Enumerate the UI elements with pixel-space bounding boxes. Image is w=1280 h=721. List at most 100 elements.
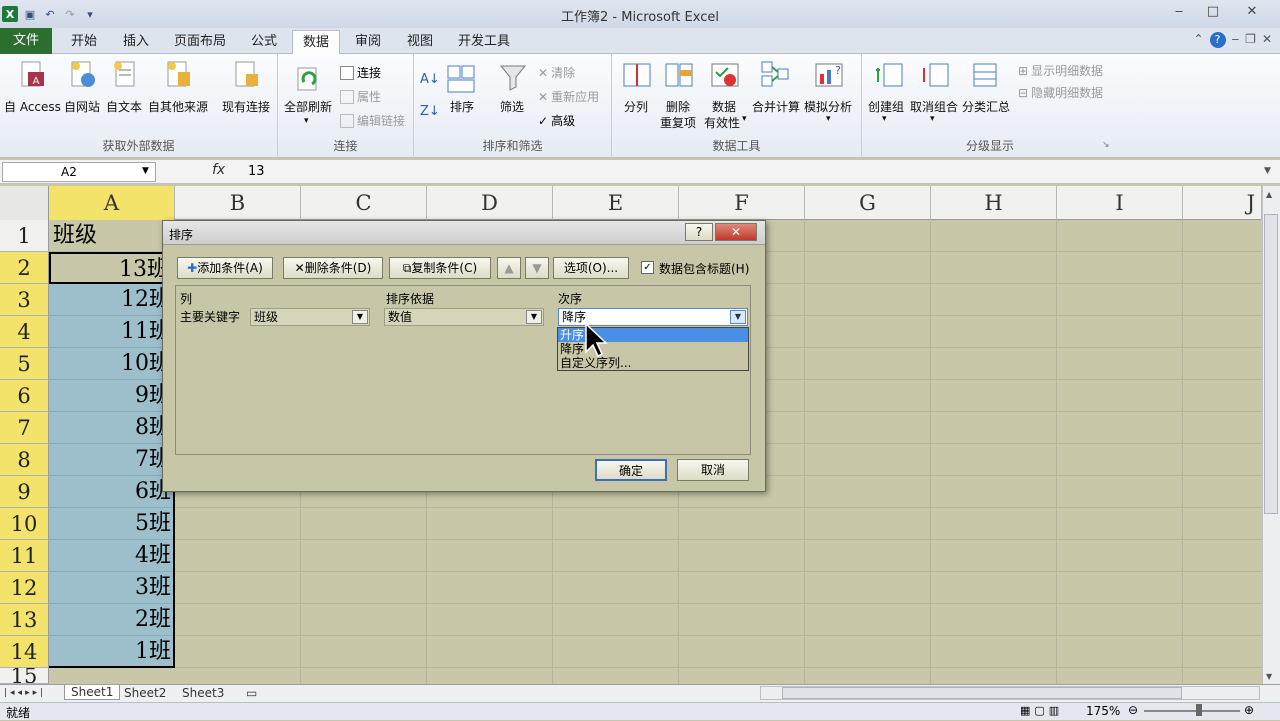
row-header[interactable]: 5 xyxy=(0,348,49,380)
row-header[interactable]: 4 xyxy=(0,316,49,348)
chevron-down-icon[interactable]: ▼ xyxy=(526,310,542,324)
consolidate-button[interactable]: 合并计算 xyxy=(752,98,800,115)
cell[interactable]: 7班 xyxy=(49,444,175,476)
cell[interactable]: 10班 xyxy=(49,348,175,380)
formula-input[interactable]: 13 xyxy=(248,164,265,179)
ok-button[interactable]: 确定 xyxy=(595,459,667,481)
row-header[interactable]: 7 xyxy=(0,412,49,444)
remove-duplicates-label-2[interactable]: 重复项 xyxy=(660,114,696,131)
cell[interactable]: 2班 xyxy=(49,604,175,636)
zoom-slider-thumb[interactable] xyxy=(1196,704,1202,716)
horizontal-scroll-thumb[interactable] xyxy=(782,687,1182,699)
column-header-e[interactable]: E xyxy=(553,186,679,220)
tab-page-layout[interactable]: 页面布局 xyxy=(168,30,232,54)
filter-button[interactable]: 筛选 xyxy=(500,98,524,115)
workbook-minimize-icon[interactable]: ‒ xyxy=(1232,32,1240,48)
tab-home[interactable]: 开始 xyxy=(62,30,106,54)
move-down-button[interactable]: ▼ xyxy=(525,257,549,279)
help-icon[interactable]: ? xyxy=(1209,32,1226,48)
row-header[interactable]: 2 xyxy=(0,252,49,284)
column-header-f[interactable]: F xyxy=(679,186,805,220)
copy-condition-button[interactable]: ⧉复制条件(C) xyxy=(389,257,491,279)
subtotal-button[interactable]: 分类汇总 xyxy=(962,98,1010,115)
cell[interactable]: 9班 xyxy=(49,380,175,412)
column-header-j[interactable]: J xyxy=(1183,186,1262,220)
row-header[interactable]: 14 xyxy=(0,636,49,668)
tab-developer[interactable]: 开发工具 xyxy=(452,30,516,54)
minimize-button[interactable]: ‒ xyxy=(1162,0,1196,22)
dialog-close-button[interactable]: ✕ xyxy=(715,223,757,241)
zoom-out-icon[interactable]: ⊖ xyxy=(1128,703,1138,717)
advanced-button[interactable]: ✓ 高级 xyxy=(538,112,575,129)
column-header-g[interactable]: G xyxy=(805,186,931,220)
dialog-launcher-icon[interactable]: ↘ xyxy=(1102,140,1110,150)
workbook-restore-icon[interactable]: ❐ xyxy=(1245,32,1256,48)
ungroup-button[interactable]: 取消组合 xyxy=(910,98,958,115)
insert-function-icon[interactable]: fx xyxy=(212,162,225,178)
zoom-in-icon[interactable]: ⊕ xyxy=(1244,703,1254,717)
data-validation-dropdown-icon[interactable]: ▾ xyxy=(742,114,747,124)
view-buttons-icon[interactable]: ▦▢▥ xyxy=(1020,704,1063,717)
cell[interactable]: 8班 xyxy=(49,412,175,444)
close-button[interactable]: ✕ xyxy=(1230,0,1274,22)
from-other-sources-button[interactable]: 自其他来源 xyxy=(148,98,208,115)
workbook-close-icon[interactable]: ✕ xyxy=(1262,32,1272,48)
name-box[interactable]: A2 xyxy=(2,162,156,182)
dialog-help-button[interactable]: ? xyxy=(685,223,713,241)
column-header-b[interactable]: B xyxy=(175,186,301,220)
refresh-dropdown-icon[interactable]: ▾ xyxy=(304,116,309,126)
tab-formulas[interactable]: 公式 xyxy=(242,30,286,54)
dropdown-option-custom-list[interactable]: 自定义序列... xyxy=(558,356,748,370)
connections-button[interactable]: 连接 xyxy=(340,64,381,81)
sort-on-select[interactable]: 数值 ▼ xyxy=(384,308,544,326)
cell[interactable]: 5班 xyxy=(49,508,175,540)
column-header-a[interactable]: A xyxy=(49,186,175,220)
sort-descending-icon[interactable]: Z↓ xyxy=(420,104,440,119)
cell[interactable]: 11班 xyxy=(49,316,175,348)
column-header-c[interactable]: C xyxy=(301,186,427,220)
what-if-analysis-button[interactable]: 模拟分析 xyxy=(804,98,852,115)
cell[interactable]: 班级 xyxy=(49,220,175,252)
column-header-d[interactable]: D xyxy=(427,186,553,220)
row-header[interactable]: 13 xyxy=(0,604,49,636)
maximize-button[interactable]: □ xyxy=(1196,0,1230,22)
tab-file[interactable]: 文件 xyxy=(0,28,52,54)
from-text-button[interactable]: 自文本 xyxy=(106,98,142,115)
column-header-i[interactable]: I xyxy=(1057,186,1183,220)
what-if-dropdown-icon[interactable]: ▾ xyxy=(826,114,831,124)
vertical-scroll-thumb[interactable] xyxy=(1264,214,1278,514)
expand-formula-bar-icon[interactable]: ▼ xyxy=(1264,166,1271,176)
group-dropdown-icon[interactable]: ▾ xyxy=(882,114,887,124)
from-web-button[interactable]: 自网站 xyxy=(64,98,100,115)
from-access-button[interactable]: 自 Access xyxy=(4,98,61,115)
tab-insert[interactable]: 插入 xyxy=(114,30,158,54)
row-header[interactable]: 1 xyxy=(0,220,49,252)
scroll-up-icon[interactable]: ▲ xyxy=(1266,190,1272,199)
cell[interactable]: 6班 xyxy=(49,476,175,508)
row-header[interactable]: 12 xyxy=(0,572,49,604)
options-button[interactable]: 选项(O)... xyxy=(553,257,629,279)
sheet-tab-1[interactable]: Sheet1 xyxy=(64,685,121,700)
ungroup-dropdown-icon[interactable]: ▾ xyxy=(930,114,935,124)
sort-button[interactable]: 排序 xyxy=(450,98,474,115)
cancel-button[interactable]: 取消 xyxy=(677,459,749,481)
add-condition-button[interactable]: ✚添加条件(A) xyxy=(177,257,273,279)
row-header[interactable]: 6 xyxy=(0,380,49,412)
tab-data[interactable]: 数据 xyxy=(292,30,340,56)
tab-view[interactable]: 视图 xyxy=(398,30,442,54)
zoom-level[interactable]: 175% xyxy=(1086,704,1120,718)
zoom-slider[interactable] xyxy=(1144,710,1240,712)
cell[interactable]: 3班 xyxy=(49,572,175,604)
column-select[interactable]: 班级 ▼ xyxy=(250,308,370,326)
sheet-tab-3[interactable]: Sheet3 xyxy=(182,686,224,700)
sort-ascending-icon[interactable]: A↓ xyxy=(420,72,440,87)
row-header[interactable]: 11 xyxy=(0,540,49,572)
row-header[interactable]: 10 xyxy=(0,508,49,540)
sheet-tab-2[interactable]: Sheet2 xyxy=(124,686,166,700)
existing-connections-button[interactable]: 现有连接 xyxy=(222,98,270,115)
cell[interactable]: 12班 xyxy=(49,284,175,316)
cell[interactable]: 1班 xyxy=(49,636,175,668)
data-validation-label-1[interactable]: 数据 xyxy=(712,98,736,115)
has-header-checkbox[interactable]: ✓ xyxy=(641,261,654,274)
row-header[interactable]: 15 xyxy=(0,668,49,684)
